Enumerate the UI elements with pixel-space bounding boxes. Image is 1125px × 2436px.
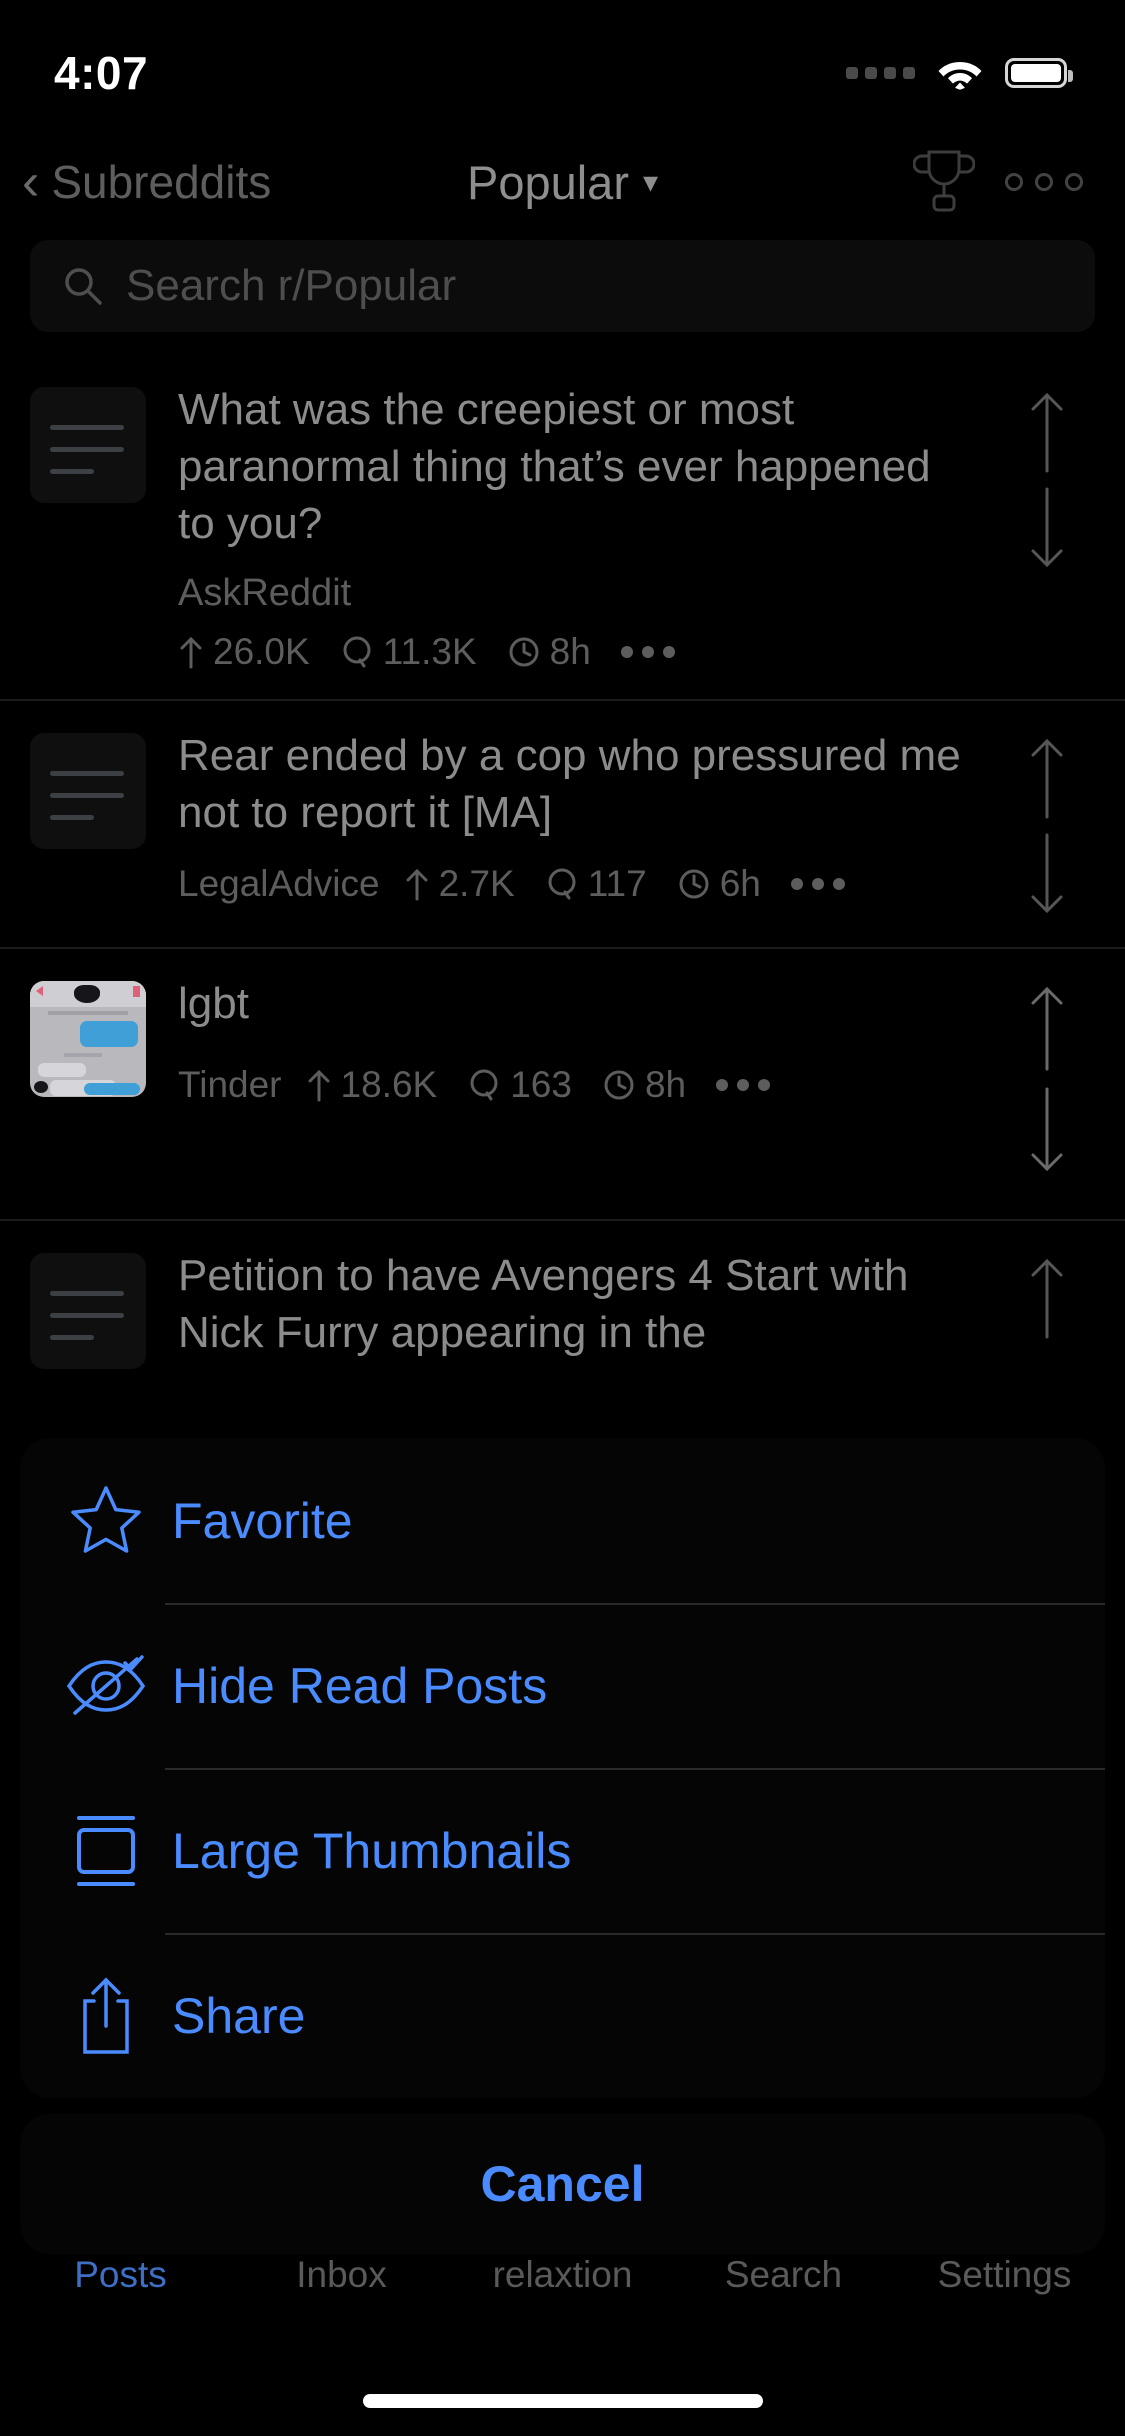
back-button[interactable]: ‹ Subreddits: [22, 155, 271, 209]
action-sheet: Favorite Hide Read Posts Large Thumbnail…: [20, 1438, 1105, 2254]
signal-dots-icon: [846, 67, 915, 79]
post-comments: 163: [467, 1064, 572, 1106]
chevron-left-icon: ‹: [22, 153, 40, 211]
tab-posts[interactable]: Posts: [10, 2254, 231, 2296]
action-large-thumbnails-label: Large Thumbnails: [172, 1822, 572, 1879]
tab-bar: Posts Inbox relaxtion Search Settings: [0, 2254, 1125, 2350]
post-title: lgbt: [178, 979, 249, 1028]
battery-full-icon: [1005, 58, 1073, 88]
clock-icon: [604, 1070, 634, 1100]
post-subreddit[interactable]: AskReddit: [178, 572, 979, 615]
arrow-down-icon[interactable]: [1026, 831, 1068, 917]
action-share[interactable]: Share: [20, 1933, 1105, 2098]
arrow-up-icon: [406, 868, 428, 901]
post-title: Petition to have Avengers 4 Start with N…: [178, 1251, 909, 1357]
share-icon: [58, 1974, 154, 2058]
arrow-up-icon[interactable]: [1026, 983, 1068, 1073]
post-comments: 117: [545, 863, 647, 905]
post-content: What was the creepiest or most paranorma…: [146, 381, 999, 673]
home-indicator[interactable]: [362, 2394, 763, 2408]
table-row[interactable]: What was the creepiest or most paranorma…: [0, 355, 1125, 699]
back-button-label: Subreddits: [51, 156, 272, 208]
tab-settings[interactable]: Settings: [894, 2254, 1115, 2296]
post-metadata: Tinder 18.6K 163 8h: [178, 1064, 979, 1106]
post-upvotes: 18.6K: [306, 1064, 437, 1106]
post-content: Rear ended by a cop who pressured me not…: [146, 727, 999, 917]
arrow-up-icon: [308, 1069, 330, 1102]
post-age: 8h: [507, 631, 591, 673]
page-title: Popular: [466, 155, 629, 209]
post-metadata: LegalAdvice 2.7K 117 6h: [178, 863, 979, 905]
action-favorite-label: Favorite: [172, 1492, 353, 1549]
vote-controls: [999, 975, 1095, 1175]
vote-controls: [999, 727, 1095, 917]
app-screen: 4:07 ‹ Subreddits Popular ▾ Search r/Pop…: [0, 0, 1125, 2436]
arrow-up-icon: [180, 636, 202, 669]
post-feed: What was the creepiest or most paranorma…: [0, 355, 1125, 1457]
post-upvotes: 2.7K: [404, 863, 515, 905]
post-age: 6h: [677, 863, 761, 905]
star-icon: [58, 1482, 154, 1560]
action-favorite[interactable]: Favorite: [20, 1438, 1105, 1603]
arrow-down-icon[interactable]: [1026, 485, 1068, 571]
text-post-icon: [30, 387, 146, 503]
search-placeholder: Search r/Popular: [126, 261, 457, 310]
action-sheet-options: Favorite Hide Read Posts Large Thumbnail…: [20, 1438, 1105, 2098]
arrow-up-icon[interactable]: [1026, 389, 1068, 475]
more-horizontal-icon[interactable]: [1005, 173, 1083, 191]
large-thumbnail-icon: [58, 1811, 154, 1891]
arrow-up-icon[interactable]: [1026, 735, 1068, 821]
navigation-bar: ‹ Subreddits Popular ▾: [0, 132, 1125, 232]
status-bar: 4:07: [0, 0, 1125, 132]
table-row[interactable]: Rear ended by a cop who pressured me not…: [0, 699, 1125, 947]
tab-search[interactable]: Search: [673, 2254, 894, 2296]
search-icon: [62, 265, 104, 307]
search-bar-container: Search r/Popular: [0, 240, 1125, 332]
clock-icon: [509, 637, 539, 667]
post-content: lgbt Tinder 18.6K 163 8h: [146, 975, 999, 1175]
post-title: What was the creepiest or most paranorma…: [178, 385, 931, 548]
action-large-thumbnails[interactable]: Large Thumbnails: [20, 1768, 1105, 1933]
vote-controls: [999, 381, 1095, 571]
action-share-label: Share: [172, 1987, 306, 2044]
action-sheet-cancel-button[interactable]: Cancel: [20, 2114, 1105, 2254]
comment-icon: [548, 868, 576, 900]
arrow-up-icon[interactable]: [1026, 1255, 1068, 1341]
post-age: 8h: [602, 1064, 686, 1106]
text-post-icon: [30, 1253, 146, 1369]
arrow-down-icon[interactable]: [1026, 1085, 1068, 1175]
clock-icon: [679, 869, 709, 899]
cancel-label: Cancel: [480, 2156, 645, 2212]
trophy-icon[interactable]: [913, 146, 975, 218]
tab-inbox[interactable]: Inbox: [231, 2254, 452, 2296]
action-hide-read-posts[interactable]: Hide Read Posts: [20, 1603, 1105, 1768]
more-horizontal-icon[interactable]: [716, 1079, 771, 1091]
comment-icon: [470, 1069, 498, 1101]
chat-screenshot-image: [30, 981, 146, 1097]
navigation-actions: [913, 146, 1083, 218]
table-row[interactable]: lgbt Tinder 18.6K 163 8h: [0, 947, 1125, 1219]
post-subreddit[interactable]: Tinder: [178, 1064, 282, 1106]
post-comments: 11.3K: [340, 631, 477, 673]
post-title: Rear ended by a cop who pressured me not…: [178, 731, 961, 837]
more-horizontal-icon[interactable]: [790, 878, 845, 890]
status-bar-indicators: [846, 56, 1073, 90]
more-horizontal-icon[interactable]: [620, 646, 675, 658]
post-upvotes: 26.0K: [178, 631, 310, 673]
search-input[interactable]: Search r/Popular: [30, 240, 1095, 332]
chevron-down-icon: ▾: [642, 165, 659, 199]
tab-relaxtion[interactable]: relaxtion: [452, 2254, 673, 2296]
wifi-icon: [937, 56, 983, 90]
eye-slash-icon: [58, 1653, 154, 1719]
post-subreddit[interactable]: LegalAdvice: [178, 863, 380, 905]
action-hide-read-posts-label: Hide Read Posts: [172, 1657, 548, 1714]
comment-icon: [343, 636, 371, 668]
post-metadata: 26.0K 11.3K 8h: [178, 631, 979, 673]
text-post-icon: [30, 733, 146, 849]
status-bar-time: 4:07: [54, 47, 149, 99]
